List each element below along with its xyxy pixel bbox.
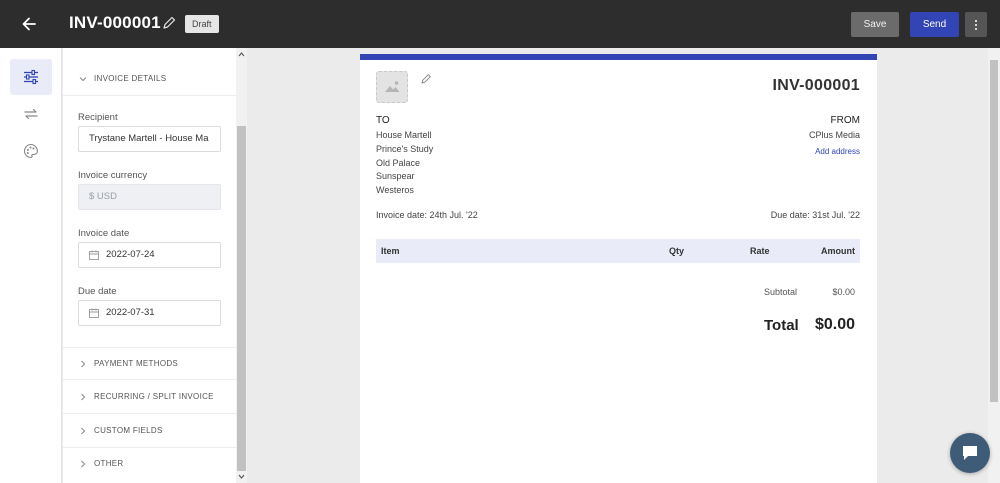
invoice-preview: INV-000001 TO House Martell Prince's Stu…	[360, 60, 877, 483]
repeat-icon	[24, 108, 38, 120]
invoice-date-field[interactable]: 2022-07-24	[78, 242, 221, 268]
invoice-date-text: Invoice date: 24th Jul. '22	[376, 210, 478, 220]
column-header-amount: Amount	[821, 246, 855, 256]
subtotal-value: $0.00	[832, 287, 855, 297]
recipient-value: Trystane Martell - House Ma	[89, 133, 209, 144]
rail-item-design[interactable]	[10, 133, 52, 169]
section-label: RECURRING / SPLIT INVOICE	[94, 392, 214, 401]
send-button[interactable]: Send	[910, 12, 959, 37]
currency-value: $ USD	[89, 191, 117, 202]
invoice-date-label: Invoice date	[78, 228, 130, 239]
section-payment-methods[interactable]: PAYMENT METHODS	[63, 347, 236, 380]
page-title: INV-000001	[69, 13, 161, 32]
invoice-number: INV-000001	[772, 77, 860, 94]
section-recurring[interactable]: RECURRING / SPLIT INVOICE	[63, 381, 236, 414]
total-value: $0.00	[814, 316, 855, 333]
more-options-button[interactable]	[965, 12, 987, 37]
sliders-icon	[24, 69, 38, 85]
section-custom-fields[interactable]: CUSTOM FIELDS	[63, 415, 236, 448]
recipient-field[interactable]: Trystane Martell - House Ma	[78, 126, 221, 152]
back-arrow-icon[interactable]	[19, 14, 39, 34]
pencil-icon[interactable]	[161, 15, 177, 31]
column-header-item: Item	[381, 246, 400, 256]
recipient-label: Recipient	[78, 112, 118, 123]
section-other[interactable]: OTHER	[63, 448, 236, 481]
to-address-line: Sunspear	[376, 171, 415, 181]
scroll-thumb[interactable]	[237, 126, 246, 471]
image-icon	[385, 81, 400, 92]
column-header-rate: Rate	[750, 246, 770, 256]
chat-support-button[interactable]	[950, 433, 990, 473]
due-date-value: 2022-07-31	[106, 307, 155, 318]
save-button[interactable]: Save	[851, 12, 899, 37]
to-address-line: Westeros	[376, 185, 414, 195]
top-bar: INV-000001 Draft Save Send	[0, 0, 1000, 48]
to-address-line: Prince's Study	[376, 144, 434, 154]
section-label: CUSTOM FIELDS	[94, 426, 163, 435]
total-label: Total	[764, 317, 799, 334]
chevron-right-icon	[81, 360, 86, 368]
logo-placeholder[interactable]	[376, 71, 408, 103]
section-label: PAYMENT METHODS	[94, 359, 179, 368]
from-label: FROM	[830, 115, 860, 126]
status-badge: Draft	[185, 15, 219, 33]
to-label: TO	[376, 115, 390, 126]
invoice-settings-panel: INVOICE DETAILS Recipient Trystane Marte…	[63, 48, 236, 483]
add-address-link[interactable]: Add address	[815, 147, 860, 156]
section-invoice-details[interactable]: INVOICE DETAILS	[63, 63, 236, 96]
subtotal-label: Subtotal	[764, 287, 798, 297]
calendar-icon	[89, 250, 99, 260]
to-address-line: House Martell	[376, 130, 432, 140]
currency-label: Invoice currency	[78, 170, 148, 181]
invoice-date-value: 2022-07-24	[106, 249, 155, 260]
settings-rail	[0, 48, 62, 483]
scroll-thumb[interactable]	[990, 60, 998, 402]
chevron-right-icon	[81, 427, 86, 435]
chevron-right-icon	[81, 393, 86, 401]
chevron-down-icon	[79, 77, 87, 82]
due-date-label: Due date	[78, 286, 117, 297]
section-label: INVOICE DETAILS	[94, 74, 167, 83]
calendar-icon	[89, 308, 99, 318]
column-header-qty: Qty	[669, 246, 685, 256]
scroll-down-icon[interactable]	[238, 473, 245, 480]
rail-item-recurring[interactable]	[10, 96, 52, 132]
section-label: OTHER	[94, 459, 124, 468]
to-address-line: Old Palace	[376, 158, 421, 168]
pencil-icon[interactable]	[420, 72, 432, 84]
currency-field: $ USD	[78, 184, 221, 210]
from-name: CPlus Media	[808, 130, 860, 140]
line-items-header: Item Qty Rate Amount	[376, 239, 860, 263]
rail-item-details[interactable]	[10, 59, 52, 95]
chat-icon	[963, 446, 977, 460]
due-date-text: Due date: 31st Jul. '22	[770, 210, 860, 220]
preview-scrollbar[interactable]	[988, 48, 1000, 483]
panel-scrollbar[interactable]	[236, 48, 247, 483]
palette-icon	[23, 143, 38, 159]
due-date-field[interactable]: 2022-07-31	[78, 300, 221, 326]
scroll-up-icon[interactable]	[238, 51, 245, 58]
chevron-right-icon	[81, 460, 86, 468]
